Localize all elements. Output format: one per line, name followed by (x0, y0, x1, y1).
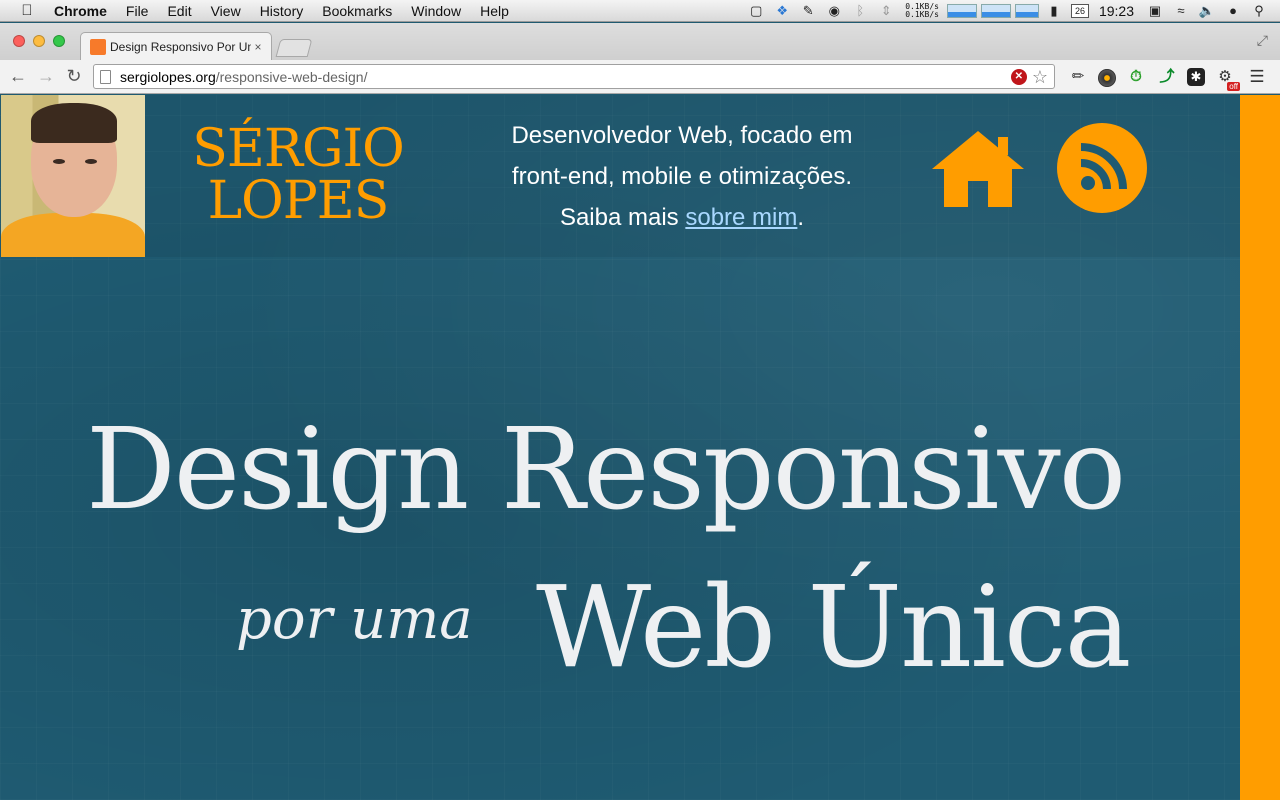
lens-extension-icon[interactable] (1098, 68, 1116, 87)
tagline-line3: Saiba mais sobre mim. (452, 197, 912, 238)
new-tab-button[interactable] (275, 39, 313, 57)
tools-icon[interactable]: ✎ (799, 4, 817, 18)
web-page: SÉRGIO LOPES Desenvolvedor Web, focado e… (0, 95, 1240, 800)
logo-first-name: SÉRGIO (192, 119, 404, 179)
hero-subtitle-big: Web Única (536, 563, 1131, 693)
alfred-icon[interactable]: ◉ (825, 4, 843, 18)
apple-icon[interactable]:  (16, 2, 38, 19)
dropbox-icon[interactable]: ❖ (773, 4, 791, 18)
reload-button[interactable]: ↻ (61, 66, 87, 87)
net-down-rate: 0.1KB/s (905, 10, 939, 19)
orange-side-bar (1240, 95, 1280, 800)
site-favicon-icon (90, 38, 106, 55)
spotlight-search-icon[interactable]: ⚲ (1250, 4, 1268, 18)
chrome-menu-icon[interactable]: ☰ (1246, 66, 1268, 88)
menu-window[interactable]: Window (411, 3, 461, 19)
fullscreen-icon[interactable]: ⤢ (1257, 32, 1268, 49)
asterisk-extension-icon[interactable]: ✱ (1187, 67, 1205, 86)
logo-last-name: LOPES (207, 171, 390, 231)
page-icon (100, 69, 111, 84)
site-tagline: Desenvolvedor Web, focado em front-end, … (452, 115, 912, 238)
author-photo (1, 95, 145, 257)
window-close-button[interactable] (13, 35, 25, 47)
home-icon[interactable] (932, 131, 1024, 207)
menu-help[interactable]: Help (480, 3, 509, 19)
tab-strip: Design Responsivo Por Um × ⤢ (0, 23, 1280, 60)
tagline-prefix: Saiba mais (559, 204, 679, 231)
cpu-graph (980, 4, 1011, 18)
about-me-link[interactable]: sobre mim (685, 204, 797, 231)
tab-design-responsivo[interactable]: Design Responsivo Por Um × (80, 32, 272, 60)
volume-icon[interactable]: 🔈 (1198, 4, 1216, 18)
url-host: sergiolopes.org (120, 68, 216, 85)
menu-edit[interactable]: Edit (167, 3, 191, 19)
menu-file[interactable]: File (126, 3, 149, 19)
menu-view[interactable]: View (211, 3, 241, 19)
status-area: ▢ ❖ ✎ ◉ ᛒ ⇕ 0.1KB/s 0.1KB/s ▮ 26 19:23 ▣… (743, 0, 1280, 22)
wifi-icon[interactable]: ≈ (1172, 4, 1190, 18)
network-graph (946, 4, 977, 18)
site-header: SÉRGIO LOPES Desenvolvedor Web, focado e… (0, 95, 1240, 257)
user-icon[interactable]: ● (1224, 4, 1242, 18)
tagline-line1: Desenvolvedor Web, focado em (511, 122, 853, 149)
sync-icon[interactable]: ⇕ (877, 4, 895, 18)
menu-bookmarks[interactable]: Bookmarks (322, 3, 392, 19)
display-icon[interactable]: ▣ (1146, 4, 1164, 18)
address-bar[interactable]: sergiolopes.org /responsive-web-design/ … (93, 64, 1055, 89)
tagline-suffix: . (797, 204, 805, 231)
window-zoom-button[interactable] (53, 35, 65, 47)
url-path: /responsive-web-design/ (215, 68, 368, 85)
bookmark-star-icon[interactable]: ☆ (1032, 68, 1048, 86)
tab-title: Design Responsivo Por Um (110, 39, 251, 54)
extension-off-badge: off (1227, 81, 1240, 91)
rss-icon[interactable] (1057, 123, 1147, 213)
window-minimize-button[interactable] (33, 35, 45, 47)
bluetooth-icon[interactable]: ᛒ (851, 4, 869, 18)
adblock-icon[interactable]: ✕ (1010, 68, 1027, 85)
forward-button[interactable]: → (33, 66, 59, 87)
network-rate: 0.1KB/s 0.1KB/s (905, 3, 939, 19)
calendar-icon[interactable]: 26 (1070, 4, 1089, 18)
battery-icon[interactable]: ▮ (1045, 4, 1063, 18)
timer-extension-icon[interactable]: ⏱ (1125, 66, 1147, 88)
eyedropper-icon[interactable]: ✏ (1067, 66, 1089, 88)
tagline-line2: front-end, mobile e otimizações. (511, 163, 853, 190)
menu-bar:  Chrome File Edit View History Bookmark… (0, 0, 1280, 22)
back-button[interactable]: ← (5, 66, 31, 87)
share-extension-icon[interactable]: ⤴ (1156, 66, 1178, 88)
toggle-extension-icon[interactable]: ⚙ off (1214, 66, 1240, 91)
menu-history[interactable]: History (260, 3, 304, 19)
site-logo[interactable]: SÉRGIO LOPES (170, 123, 426, 227)
hero-subtitle-small: por uma (236, 587, 473, 652)
hero-title: Design Responsivo (86, 405, 1126, 535)
browser-toolbar: ← → ↻ sergiolopes.org /responsive-web-de… (0, 60, 1280, 94)
clock[interactable]: 19:23 (1099, 3, 1134, 19)
memory-graph (1014, 4, 1039, 18)
tab-close-icon[interactable]: × (251, 40, 265, 54)
menu-app-name[interactable]: Chrome (54, 3, 107, 19)
facetime-icon[interactable]: ▢ (747, 4, 765, 18)
